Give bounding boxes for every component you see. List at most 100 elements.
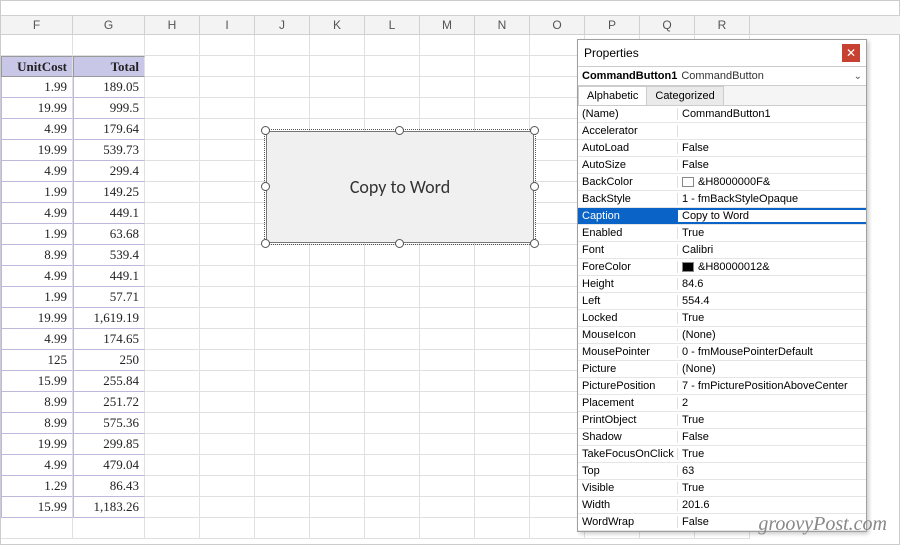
properties-panel[interactable]: Properties ✕ CommandButton1 CommandButto… (577, 39, 867, 532)
property-value[interactable]: True (678, 448, 866, 460)
cell[interactable] (365, 56, 420, 77)
cell[interactable] (145, 329, 200, 350)
cell[interactable]: 19.99 (1, 140, 73, 161)
resize-handle-top-left[interactable] (261, 126, 270, 135)
property-row[interactable]: BackStyle1 - fmBackStyleOpaque (578, 191, 866, 208)
cell[interactable]: 479.04 (73, 455, 145, 476)
cell[interactable] (255, 455, 310, 476)
cell[interactable] (310, 413, 365, 434)
property-value[interactable]: True (678, 482, 866, 494)
cell[interactable] (475, 245, 530, 266)
cell[interactable] (475, 98, 530, 119)
cell[interactable] (365, 434, 420, 455)
cell[interactable] (420, 497, 475, 518)
column-header-L[interactable]: L (365, 16, 420, 34)
cell[interactable] (200, 266, 255, 287)
resize-handle-top-right[interactable] (530, 126, 539, 135)
property-row[interactable]: LockedTrue (578, 310, 866, 327)
cell[interactable] (145, 56, 200, 77)
property-value[interactable]: Copy to Word (678, 210, 866, 222)
cell[interactable] (145, 392, 200, 413)
cell[interactable] (145, 413, 200, 434)
cell[interactable] (255, 476, 310, 497)
cell[interactable] (200, 203, 255, 224)
resize-handle-top-center[interactable] (395, 126, 404, 135)
cell[interactable]: 1.29 (1, 476, 73, 497)
cell[interactable] (365, 350, 420, 371)
cell[interactable] (310, 77, 365, 98)
property-value[interactable]: 201.6 (678, 499, 866, 511)
cell[interactable] (310, 497, 365, 518)
cell[interactable]: 125 (1, 350, 73, 371)
cell[interactable] (145, 161, 200, 182)
property-row[interactable]: PrintObjectTrue (578, 412, 866, 429)
cell[interactable] (365, 287, 420, 308)
property-row[interactable]: TakeFocusOnClickTrue (578, 446, 866, 463)
cell[interactable] (145, 287, 200, 308)
cell[interactable]: 251.72 (73, 392, 145, 413)
cell[interactable]: 174.65 (73, 329, 145, 350)
tab-alphabetic[interactable]: Alphabetic (578, 86, 647, 105)
cell[interactable] (475, 371, 530, 392)
cell[interactable] (1, 518, 73, 539)
column-header-N[interactable]: N (475, 16, 530, 34)
cell[interactable] (145, 98, 200, 119)
resize-handle-bottom-center[interactable] (395, 239, 404, 248)
property-value[interactable]: Calibri (678, 244, 866, 256)
cell[interactable] (200, 371, 255, 392)
property-row[interactable]: AutoLoadFalse (578, 140, 866, 157)
cell[interactable]: 8.99 (1, 245, 73, 266)
cell[interactable] (420, 518, 475, 539)
property-row[interactable]: AutoSizeFalse (578, 157, 866, 174)
cell[interactable] (365, 329, 420, 350)
property-value[interactable]: 63 (678, 465, 866, 477)
cell[interactable] (475, 35, 530, 56)
cell[interactable] (255, 56, 310, 77)
cell[interactable]: 299.85 (73, 434, 145, 455)
cell[interactable] (200, 476, 255, 497)
cell[interactable]: 1.99 (1, 182, 73, 203)
cell[interactable] (255, 35, 310, 56)
column-header-G[interactable]: G (73, 16, 145, 34)
column-header-H[interactable]: H (145, 16, 200, 34)
cell[interactable] (200, 224, 255, 245)
header-unitcost[interactable]: UnitCost (1, 56, 73, 77)
header-total[interactable]: Total (73, 56, 145, 77)
property-value[interactable]: False (678, 159, 866, 171)
command-button[interactable]: Copy to Word (266, 131, 534, 243)
property-row[interactable]: EnabledTrue (578, 225, 866, 242)
property-value[interactable]: (None) (678, 329, 866, 341)
cell[interactable]: 19.99 (1, 308, 73, 329)
property-row[interactable]: Placement2 (578, 395, 866, 412)
cell[interactable] (420, 56, 475, 77)
property-row[interactable]: MousePointer0 - fmMousePointerDefault (578, 344, 866, 361)
cell[interactable] (255, 413, 310, 434)
cell[interactable]: 4.99 (1, 203, 73, 224)
column-header-O[interactable]: O (530, 16, 585, 34)
cell[interactable] (73, 518, 145, 539)
cell[interactable]: 4.99 (1, 266, 73, 287)
cell[interactable] (145, 203, 200, 224)
cell[interactable] (365, 518, 420, 539)
cell[interactable]: 19.99 (1, 98, 73, 119)
cell[interactable] (310, 287, 365, 308)
cell[interactable] (475, 413, 530, 434)
cell[interactable] (475, 476, 530, 497)
cell[interactable] (200, 434, 255, 455)
cell[interactable] (200, 287, 255, 308)
cell[interactable] (200, 392, 255, 413)
property-row[interactable]: Left554.4 (578, 293, 866, 310)
property-value[interactable]: True (678, 312, 866, 324)
column-header-F[interactable]: F (1, 16, 73, 34)
cell[interactable] (310, 350, 365, 371)
cell[interactable]: 19.99 (1, 434, 73, 455)
cell[interactable]: 57.71 (73, 287, 145, 308)
cell[interactable] (200, 140, 255, 161)
cell[interactable] (200, 77, 255, 98)
cell[interactable] (200, 308, 255, 329)
cell[interactable] (475, 497, 530, 518)
cell[interactable] (420, 308, 475, 329)
cell[interactable] (420, 476, 475, 497)
cell[interactable] (475, 308, 530, 329)
cell[interactable] (145, 77, 200, 98)
